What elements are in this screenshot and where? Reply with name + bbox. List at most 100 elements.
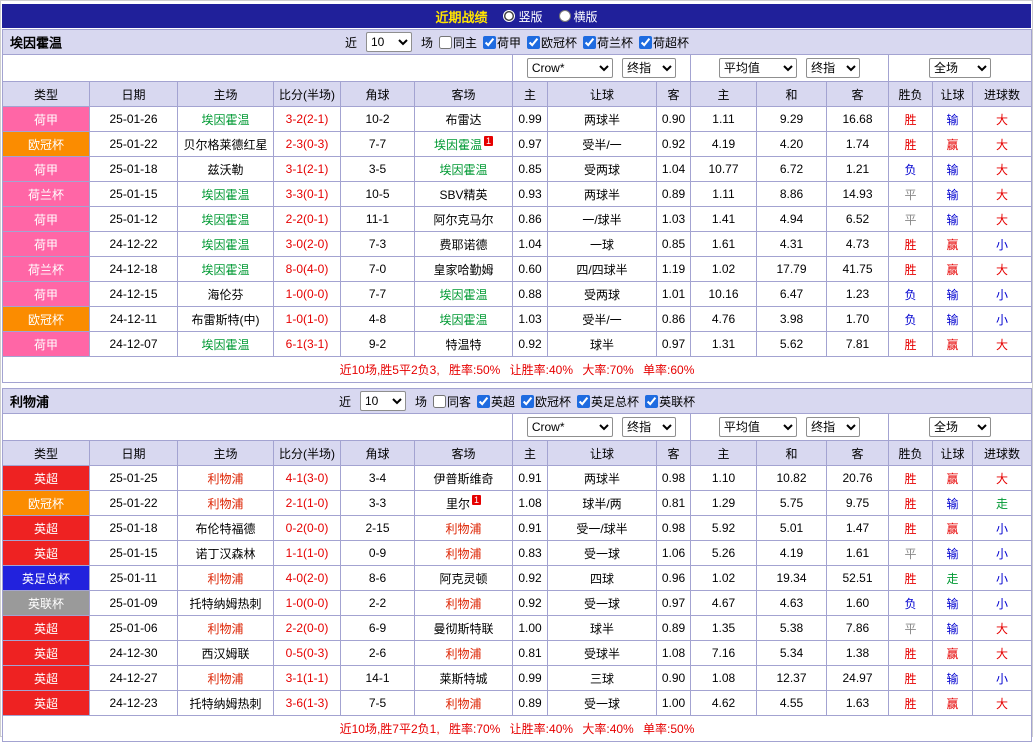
league-checkbox[interactable] — [483, 36, 496, 49]
away-team-link[interactable]: 里尔1 — [415, 491, 513, 516]
away-team-link[interactable]: 费耶诺德 — [415, 232, 513, 257]
league-checkbox[interactable] — [645, 395, 658, 408]
league-filter[interactable]: 欧冠杯 — [527, 34, 577, 51]
score: 3-2(2-1) — [274, 107, 341, 132]
away-team-link[interactable]: 布雷达 — [415, 107, 513, 132]
match-row: 英超25-01-06利物浦2-2(0-0)6-9曼彻斯特联1.00球半0.891… — [3, 616, 1032, 641]
same-venue-filter[interactable]: 同客 — [433, 393, 471, 410]
handicap-final-select[interactable]: 终指 — [622, 417, 676, 437]
away-team-link[interactable]: 莱斯特城 — [415, 666, 513, 691]
europe-final-select[interactable]: 终指 — [806, 58, 860, 78]
league-filter[interactable]: 英足总杯 — [577, 393, 639, 410]
home-team-link[interactable]: 埃因霍温 — [178, 107, 274, 132]
vertical-radio[interactable] — [503, 10, 515, 22]
home-team-link[interactable]: 贝尔格莱德红星 — [178, 132, 274, 157]
match-count-select[interactable]: 10 — [366, 32, 412, 52]
away-team-link[interactable]: 埃因霍温1 — [415, 132, 513, 157]
column-header-row: 类型日期主场比分(半场)角球客场主让球客主和客胜负让球进球数 — [3, 441, 1032, 466]
same-venue-checkbox[interactable] — [439, 36, 452, 49]
league-type-badge: 荷兰杯 — [3, 257, 90, 282]
layout-vertical-option[interactable]: 竖版 — [503, 8, 542, 25]
away-team-link[interactable]: 特温特 — [415, 332, 513, 357]
home-team-link[interactable]: 埃因霍温 — [178, 332, 274, 357]
handicap-home-odds: 0.92 — [513, 591, 548, 616]
handicap-away-odds: 1.03 — [657, 207, 691, 232]
handicap-away-odds: 1.19 — [657, 257, 691, 282]
handicap-away-odds: 0.81 — [657, 491, 691, 516]
league-filter[interactable]: 荷超杯 — [639, 34, 689, 51]
home-team-link[interactable]: 西汉姆联 — [178, 641, 274, 666]
league-checkbox[interactable] — [477, 395, 490, 408]
away-team-link[interactable]: 伊普斯维奇 — [415, 466, 513, 491]
home-team-link[interactable]: 埃因霍温 — [178, 232, 274, 257]
column-header-row: 类型日期主场比分(半场)角球客场主让球客主和客胜负让球进球数 — [3, 82, 1032, 107]
home-team-link[interactable]: 布伦特福德 — [178, 516, 274, 541]
league-filter[interactable]: 英超 — [477, 393, 515, 410]
away-team-link[interactable]: 利物浦 — [415, 591, 513, 616]
away-team-link[interactable]: SBV精英 — [415, 182, 513, 207]
league-filter[interactable]: 荷兰杯 — [583, 34, 633, 51]
away-team-link[interactable]: 利物浦 — [415, 516, 513, 541]
away-team-link[interactable]: 利物浦 — [415, 641, 513, 666]
result-goals: 大 — [973, 257, 1032, 282]
home-team-link[interactable]: 利物浦 — [178, 616, 274, 641]
league-checkbox[interactable] — [577, 395, 590, 408]
match-count-select[interactable]: 10 — [360, 391, 406, 411]
home-team-link[interactable]: 海伦芬 — [178, 282, 274, 307]
away-team-link[interactable]: 埃因霍温 — [415, 282, 513, 307]
home-team-link[interactable]: 埃因霍温 — [178, 182, 274, 207]
team-name[interactable]: 埃因霍温 — [10, 33, 62, 52]
column-header: 主 — [691, 82, 757, 107]
home-team-link[interactable]: 利物浦 — [178, 466, 274, 491]
league-filter[interactable]: 欧冠杯 — [521, 393, 571, 410]
avg-home-odds: 1.29 — [691, 491, 757, 516]
home-team-link[interactable]: 利物浦 — [178, 491, 274, 516]
away-team-link[interactable]: 阿克灵顿 — [415, 566, 513, 591]
league-filter[interactable]: 英联杯 — [645, 393, 695, 410]
avg-home-odds: 1.10 — [691, 466, 757, 491]
handicap-final-select[interactable]: 终指 — [622, 58, 676, 78]
score: 3-1(1-1) — [274, 666, 341, 691]
horizontal-radio[interactable] — [559, 10, 571, 22]
avg-home-odds: 7.16 — [691, 641, 757, 666]
away-team-link[interactable]: 皇家哈勤姆 — [415, 257, 513, 282]
home-team-link[interactable]: 兹沃勒 — [178, 157, 274, 182]
away-team-link[interactable]: 利物浦 — [415, 541, 513, 566]
league-filter[interactable]: 荷甲 — [483, 34, 521, 51]
home-team-link[interactable]: 托特纳姆热刺 — [178, 691, 274, 716]
scope-select[interactable]: 全场 — [929, 417, 991, 437]
home-team-link[interactable]: 诺丁汉森林 — [178, 541, 274, 566]
league-checkbox[interactable] — [639, 36, 652, 49]
home-team-link[interactable]: 利物浦 — [178, 666, 274, 691]
away-team-link[interactable]: 阿尔克马尔 — [415, 207, 513, 232]
home-team-link[interactable]: 埃因霍温 — [178, 207, 274, 232]
column-header: 比分(半场) — [274, 441, 341, 466]
home-team-link[interactable]: 托特纳姆热刺 — [178, 591, 274, 616]
away-team-link[interactable]: 曼彻斯特联 — [415, 616, 513, 641]
away-team-link[interactable]: 埃因霍温 — [415, 307, 513, 332]
same-venue-label: 同客 — [447, 393, 471, 410]
home-team-link[interactable]: 利物浦 — [178, 566, 274, 591]
average-select[interactable]: 平均值 — [719, 417, 797, 437]
away-team-link[interactable]: 利物浦 — [415, 691, 513, 716]
avg-home-odds: 10.77 — [691, 157, 757, 182]
layout-horizontal-option[interactable]: 横版 — [559, 8, 598, 25]
corner-score: 10-2 — [341, 107, 415, 132]
same-venue-checkbox[interactable] — [433, 395, 446, 408]
column-header: 主 — [691, 441, 757, 466]
league-checkbox[interactable] — [521, 395, 534, 408]
same-venue-filter[interactable]: 同主 — [439, 34, 477, 51]
average-select[interactable]: 平均值 — [719, 58, 797, 78]
scope-select[interactable]: 全场 — [929, 58, 991, 78]
home-team-link[interactable]: 布雷斯特(中) — [178, 307, 274, 332]
europe-final-select[interactable]: 终指 — [806, 417, 860, 437]
away-team-link[interactable]: 埃因霍温 — [415, 157, 513, 182]
team-name[interactable]: 利物浦 — [10, 392, 49, 411]
handicap-home-odds: 0.85 — [513, 157, 548, 182]
home-team-link[interactable]: 埃因霍温 — [178, 257, 274, 282]
league-checkbox[interactable] — [527, 36, 540, 49]
bookmaker-select[interactable]: Crow* — [527, 58, 613, 78]
bookmaker-select[interactable]: Crow* — [527, 417, 613, 437]
league-checkbox[interactable] — [583, 36, 596, 49]
avg-away-odds: 1.47 — [827, 516, 889, 541]
